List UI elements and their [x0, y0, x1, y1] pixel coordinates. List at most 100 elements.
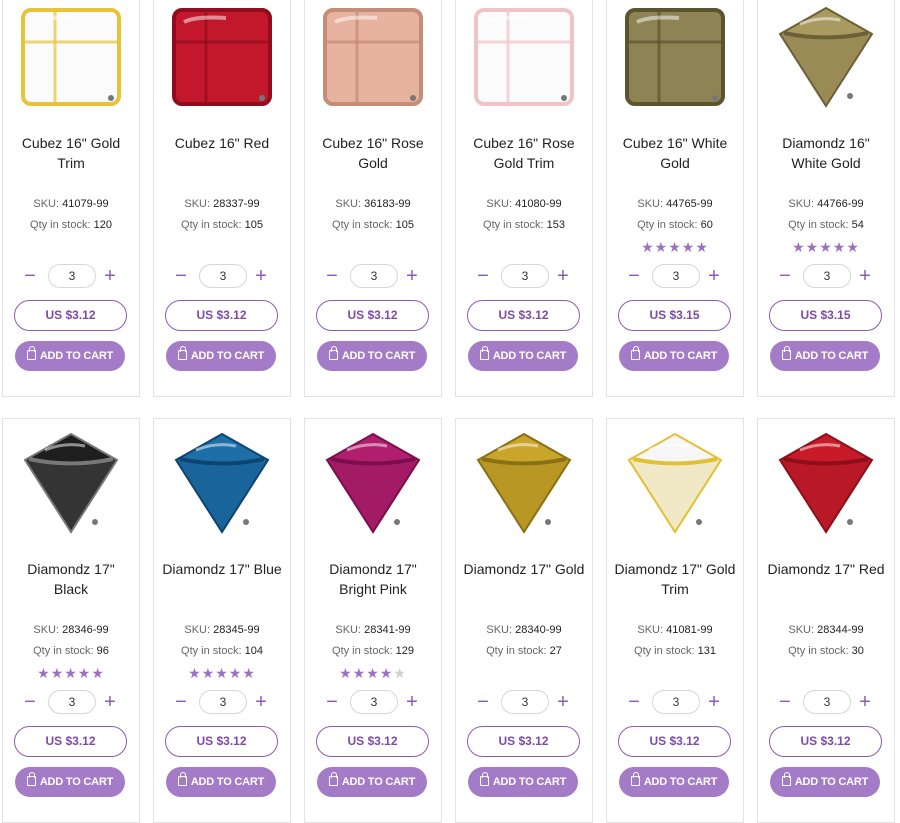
increase-quantity-button[interactable]: +: [703, 263, 725, 289]
product-image[interactable]: [615, 427, 735, 537]
product-sku: SKU: 44766-99: [758, 198, 894, 210]
star-filled-icon: ★: [77, 665, 92, 681]
product-title[interactable]: Diamondz 17" Gold Trim: [613, 559, 737, 599]
price-button[interactable]: US $3.15: [769, 300, 882, 331]
product-image[interactable]: [162, 1, 282, 111]
add-to-cart-button[interactable]: ADD TO CART: [468, 767, 578, 797]
increase-quantity-button[interactable]: +: [552, 689, 574, 715]
decrease-quantity-button[interactable]: −: [623, 689, 645, 715]
quantity-input[interactable]: [199, 264, 247, 288]
product-card: Diamondz 17" Gold SKU: 28340-99 Qty in sto…: [455, 418, 593, 823]
sku-label: SKU:: [486, 198, 513, 210]
sku-label: SKU:: [33, 198, 60, 210]
increase-quantity-button[interactable]: +: [250, 689, 272, 715]
decrease-quantity-button[interactable]: −: [19, 263, 41, 289]
product-title[interactable]: Diamondz 17" Black: [9, 559, 133, 599]
decrease-quantity-button[interactable]: −: [19, 689, 41, 715]
add-to-cart-button[interactable]: ADD TO CART: [15, 341, 125, 371]
increase-quantity-button[interactable]: +: [250, 263, 272, 289]
price-button[interactable]: US $3.12: [165, 726, 278, 757]
decrease-quantity-button[interactable]: −: [321, 689, 343, 715]
product-image[interactable]: [313, 427, 433, 537]
decrease-quantity-button[interactable]: −: [774, 689, 796, 715]
increase-quantity-button[interactable]: +: [854, 263, 876, 289]
add-to-cart-button[interactable]: ADD TO CART: [770, 341, 880, 371]
product-title[interactable]: Diamondz 17" Red: [764, 559, 888, 579]
sku-label: SKU:: [33, 624, 60, 636]
quantity-input[interactable]: [803, 264, 851, 288]
product-card: Diamondz 17" Gold Trim SKU: 41081-99 Qty i…: [606, 418, 744, 823]
increase-quantity-button[interactable]: +: [854, 689, 876, 715]
add-to-cart-button[interactable]: ADD TO CART: [619, 341, 729, 371]
shopping-bag-icon: [781, 346, 791, 360]
shopping-bag-icon: [479, 772, 489, 786]
decrease-quantity-button[interactable]: −: [623, 263, 645, 289]
quantity-input[interactable]: [501, 264, 549, 288]
decrease-quantity-button[interactable]: −: [472, 263, 494, 289]
decrease-quantity-button[interactable]: −: [321, 263, 343, 289]
price-button[interactable]: US $3.12: [467, 300, 580, 331]
product-image[interactable]: [464, 1, 584, 111]
quantity-input[interactable]: [199, 690, 247, 714]
product-image[interactable]: [766, 1, 886, 111]
price-button[interactable]: US $3.12: [618, 726, 731, 757]
add-to-cart-button[interactable]: ADD TO CART: [468, 341, 578, 371]
quantity-input[interactable]: [350, 690, 398, 714]
product-image[interactable]: [313, 1, 433, 111]
product-image[interactable]: [162, 427, 282, 537]
product-title[interactable]: Cubez 16" Rose Gold: [311, 133, 435, 173]
add-to-cart-button[interactable]: ADD TO CART: [619, 767, 729, 797]
product-image[interactable]: [766, 427, 886, 537]
add-to-cart-button[interactable]: ADD TO CART: [317, 767, 427, 797]
price-button[interactable]: US $3.12: [769, 726, 882, 757]
price-button[interactable]: US $3.12: [165, 300, 278, 331]
add-to-cart-button[interactable]: ADD TO CART: [317, 341, 427, 371]
add-to-cart-button[interactable]: ADD TO CART: [770, 767, 880, 797]
increase-quantity-button[interactable]: +: [401, 263, 423, 289]
quantity-input[interactable]: [48, 264, 96, 288]
add-to-cart-button[interactable]: ADD TO CART: [166, 341, 276, 371]
price-button[interactable]: US $3.12: [316, 726, 429, 757]
increase-quantity-button[interactable]: +: [703, 689, 725, 715]
product-title[interactable]: Cubez 16" Rose Gold Trim: [462, 133, 586, 173]
shopping-bag-icon: [328, 772, 338, 786]
add-to-cart-button[interactable]: ADD TO CART: [166, 767, 276, 797]
star-filled-icon: ★: [819, 239, 833, 255]
quantity-input[interactable]: [803, 690, 851, 714]
price-button[interactable]: US $3.15: [618, 300, 731, 331]
quantity-input[interactable]: [652, 264, 700, 288]
product-title[interactable]: Cubez 16" White Gold: [613, 133, 737, 173]
product-image[interactable]: [11, 427, 131, 537]
product-sku: SKU: 28346-99: [3, 624, 139, 636]
product-image[interactable]: [464, 427, 584, 537]
star-filled-icon: ★: [91, 665, 105, 681]
product-title[interactable]: Diamondz 17" Blue: [160, 559, 284, 579]
price-button[interactable]: US $3.12: [316, 300, 429, 331]
price-button[interactable]: US $3.12: [467, 726, 580, 757]
decrease-quantity-button[interactable]: −: [472, 689, 494, 715]
stock-value: 54: [851, 219, 864, 231]
increase-quantity-button[interactable]: +: [99, 263, 121, 289]
decrease-quantity-button[interactable]: −: [774, 263, 796, 289]
increase-quantity-button[interactable]: +: [552, 263, 574, 289]
product-title[interactable]: Diamondz 16" White Gold: [764, 133, 888, 173]
decrease-quantity-button[interactable]: −: [170, 263, 192, 289]
product-image[interactable]: [615, 1, 735, 111]
quantity-input[interactable]: [652, 690, 700, 714]
product-title[interactable]: Diamondz 17" Bright Pink: [311, 559, 435, 599]
quantity-input[interactable]: [501, 690, 549, 714]
product-title[interactable]: Diamondz 17" Gold: [462, 559, 586, 579]
price-button[interactable]: US $3.12: [14, 726, 127, 757]
add-to-cart-button[interactable]: ADD TO CART: [15, 767, 125, 797]
quantity-stepper: −+: [3, 689, 139, 715]
quantity-input[interactable]: [350, 264, 398, 288]
increase-quantity-button[interactable]: +: [401, 689, 423, 715]
increase-quantity-button[interactable]: +: [99, 689, 121, 715]
quantity-stepper: −+: [305, 689, 441, 715]
quantity-input[interactable]: [48, 690, 96, 714]
product-image[interactable]: [11, 1, 131, 111]
product-title[interactable]: Cubez 16" Red: [160, 133, 284, 153]
price-button[interactable]: US $3.12: [14, 300, 127, 331]
decrease-quantity-button[interactable]: −: [170, 689, 192, 715]
product-title[interactable]: Cubez 16" Gold Trim: [9, 133, 133, 173]
